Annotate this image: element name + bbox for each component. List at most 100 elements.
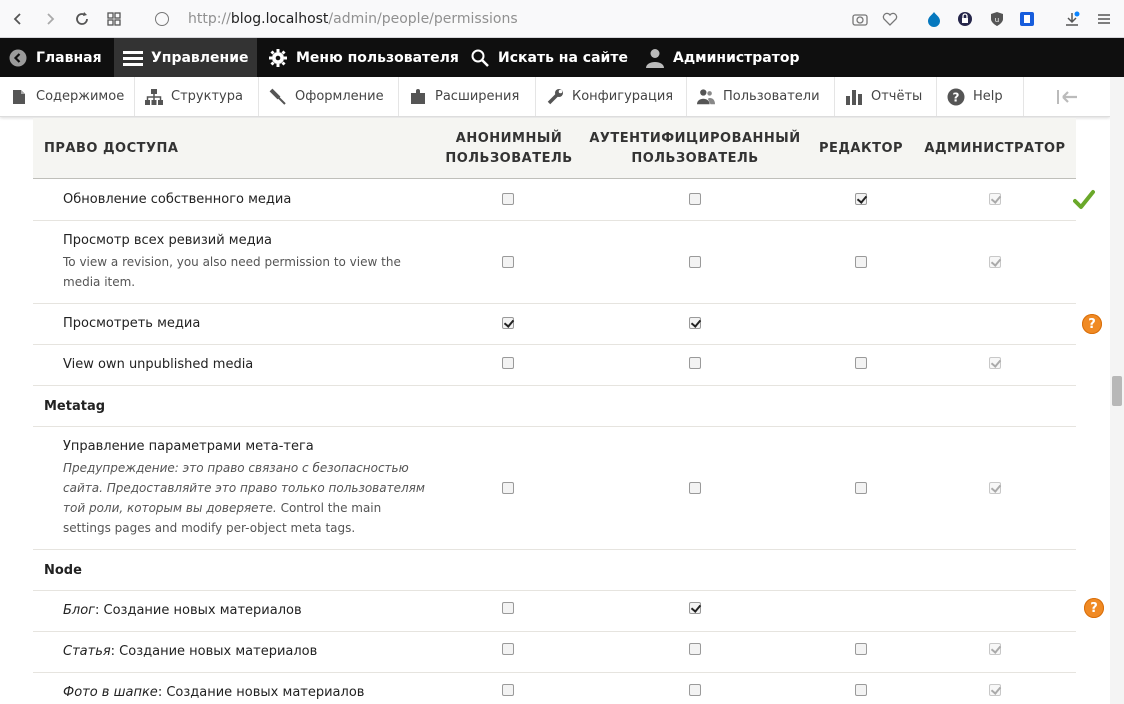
checkbox-administrator [989, 684, 1001, 696]
tray-item-appearance[interactable]: Оформление [259, 77, 399, 116]
permission-group-row: Metatag [33, 386, 1076, 427]
checkbox-authenticated[interactable] [689, 643, 701, 655]
table-row: Обновление собственного медиа [33, 180, 1076, 221]
gear-icon [268, 48, 288, 68]
paint-icon [269, 88, 287, 106]
search-icon [470, 48, 490, 68]
permission-title: Просмотр всех ревизий медиа [63, 233, 272, 248]
checkbox-anonymous[interactable] [502, 256, 514, 268]
help-icon[interactable]: ? [1082, 314, 1102, 334]
tray-item-people[interactable]: Пользователи [687, 77, 835, 116]
chart-icon [845, 88, 863, 106]
checkbox-authenticated[interactable] [689, 317, 701, 329]
tray-item-reports[interactable]: Отчёты [835, 77, 937, 116]
toolbar-manage[interactable]: Управление [114, 38, 257, 77]
svg-text:?: ? [953, 90, 960, 104]
tray-item-structure[interactable]: Структура [135, 77, 259, 116]
camera-icon[interactable] [848, 7, 872, 31]
url-bar[interactable]: http://blog.localhost/admin/people/permi… [150, 6, 830, 32]
permission-group-row: Node [33, 550, 1076, 591]
menu-icon[interactable] [1092, 7, 1116, 31]
browser-toolbar: http://blog.localhost/admin/people/permi… [0, 0, 1124, 38]
hamburger-icon [123, 48, 143, 68]
tray-item-content[interactable]: Содержимое [0, 77, 135, 116]
table-row: Статья: Создание новых материалов [33, 632, 1076, 673]
table-row: Управление параметрами мета-тега Предупр… [33, 427, 1076, 550]
permission-title: Статья: Создание новых материалов [63, 644, 318, 659]
checkbox-authenticated[interactable] [689, 602, 701, 614]
checkbox-administrator [989, 256, 1001, 268]
checkbox-editor[interactable] [855, 482, 867, 494]
help-icon: ? [947, 88, 965, 106]
admin-toolbar: Главная Управление Меню пользователя Иск… [0, 38, 1124, 77]
checkbox-administrator [989, 357, 1001, 369]
download-icon[interactable] [1060, 7, 1084, 31]
people-icon [697, 88, 715, 106]
user-icon [645, 48, 665, 68]
reload-icon[interactable] [70, 7, 94, 31]
toolbar-user-menu[interactable]: Меню пользователя [268, 38, 459, 77]
checkbox-authenticated[interactable] [689, 193, 701, 205]
permission-title: Управление параметрами мета-тега [63, 439, 314, 454]
checkbox-anonymous[interactable] [502, 643, 514, 655]
checkbox-editor[interactable] [855, 684, 867, 696]
checkbox-authenticated[interactable] [689, 256, 701, 268]
puzzle-icon [409, 88, 427, 106]
checkbox-anonymous[interactable] [502, 317, 514, 329]
header-permission: ПРАВО ДОСТУПА [44, 140, 179, 156]
checkbox-anonymous[interactable] [502, 482, 514, 494]
checkbox-editor[interactable] [855, 193, 867, 205]
header-administrator: АДМИНИСТРАТОР [924, 140, 1066, 156]
checkbox-authenticated[interactable] [689, 684, 701, 696]
checkbox-editor[interactable] [855, 643, 867, 655]
header-anonymous: АНОНИМНЫЙ ПОЛЬЗОВАТЕЛЬ [445, 130, 573, 166]
collapse-tray-icon[interactable] [1024, 77, 1110, 116]
toolbar-home[interactable]: Главная [8, 38, 102, 77]
grid-icon[interactable] [102, 7, 126, 31]
scrollbar-thumb[interactable] [1112, 376, 1122, 406]
page-scrollbar[interactable] [1110, 77, 1124, 704]
checkbox-authenticated[interactable] [689, 357, 701, 369]
checkmark-icon [1073, 189, 1095, 215]
table-row: Просмотреть медиа [33, 304, 1076, 345]
svg-text:u: u [995, 16, 999, 24]
admin-tray: Содержимое Структура Оформление Расширен… [0, 77, 1110, 117]
checkbox-anonymous[interactable] [502, 602, 514, 614]
group-title: Node [44, 562, 82, 578]
tray-item-help[interactable]: ? Help [937, 77, 1024, 116]
file-icon [10, 88, 28, 106]
header-authenticated: АУТЕНТИФИЦИРОВАННЫЙ ПОЛЬЗОВАТЕЛЬ [589, 130, 801, 166]
table-header: ПРАВО ДОСТУПА АНОНИМНЫЙ ПОЛЬЗОВАТЕЛЬ АУТЕ… [33, 118, 1076, 179]
drupal-back-icon [8, 48, 28, 68]
privacy-ext-icon[interactable] [953, 7, 977, 31]
wrench-icon [546, 88, 564, 106]
checkbox-administrator [989, 643, 1001, 655]
toolbar-account[interactable]: Администратор [645, 38, 800, 77]
permission-description: Предупреждение: это право связано с безо… [63, 461, 425, 535]
checkbox-editor[interactable] [855, 256, 867, 268]
table-row: Фото в шапке: Создание новых материалов [33, 673, 1076, 704]
checkbox-anonymous[interactable] [502, 357, 514, 369]
tray-item-config[interactable]: Конфигурация [536, 77, 687, 116]
checkbox-anonymous[interactable] [502, 684, 514, 696]
forward-icon[interactable] [38, 7, 62, 31]
tray-item-extend[interactable]: Расширения [399, 77, 536, 116]
back-icon[interactable] [6, 7, 30, 31]
checkbox-administrator [989, 193, 1001, 205]
heart-icon[interactable] [878, 7, 902, 31]
drupal-ext-icon[interactable] [922, 7, 946, 31]
structure-icon [145, 88, 163, 106]
bitwarden-icon[interactable] [1015, 7, 1039, 31]
permission-title: Блог: Создание новых материалов [63, 603, 302, 618]
permission-title: Просмотреть медиа [63, 316, 201, 331]
ublock-icon[interactable]: u [985, 7, 1009, 31]
permission-description: To view a revision, you also need permis… [63, 255, 401, 289]
table-row: Блог: Создание новых материалов [33, 591, 1076, 632]
table-row: View own unpublished media [33, 345, 1076, 386]
checkbox-authenticated[interactable] [689, 482, 701, 494]
checkbox-editor[interactable] [855, 357, 867, 369]
permission-title: Обновление собственного медиа [63, 192, 292, 207]
toolbar-search[interactable]: Искать на сайте [470, 38, 628, 77]
checkbox-anonymous[interactable] [502, 193, 514, 205]
help-icon[interactable]: ? [1084, 598, 1104, 618]
